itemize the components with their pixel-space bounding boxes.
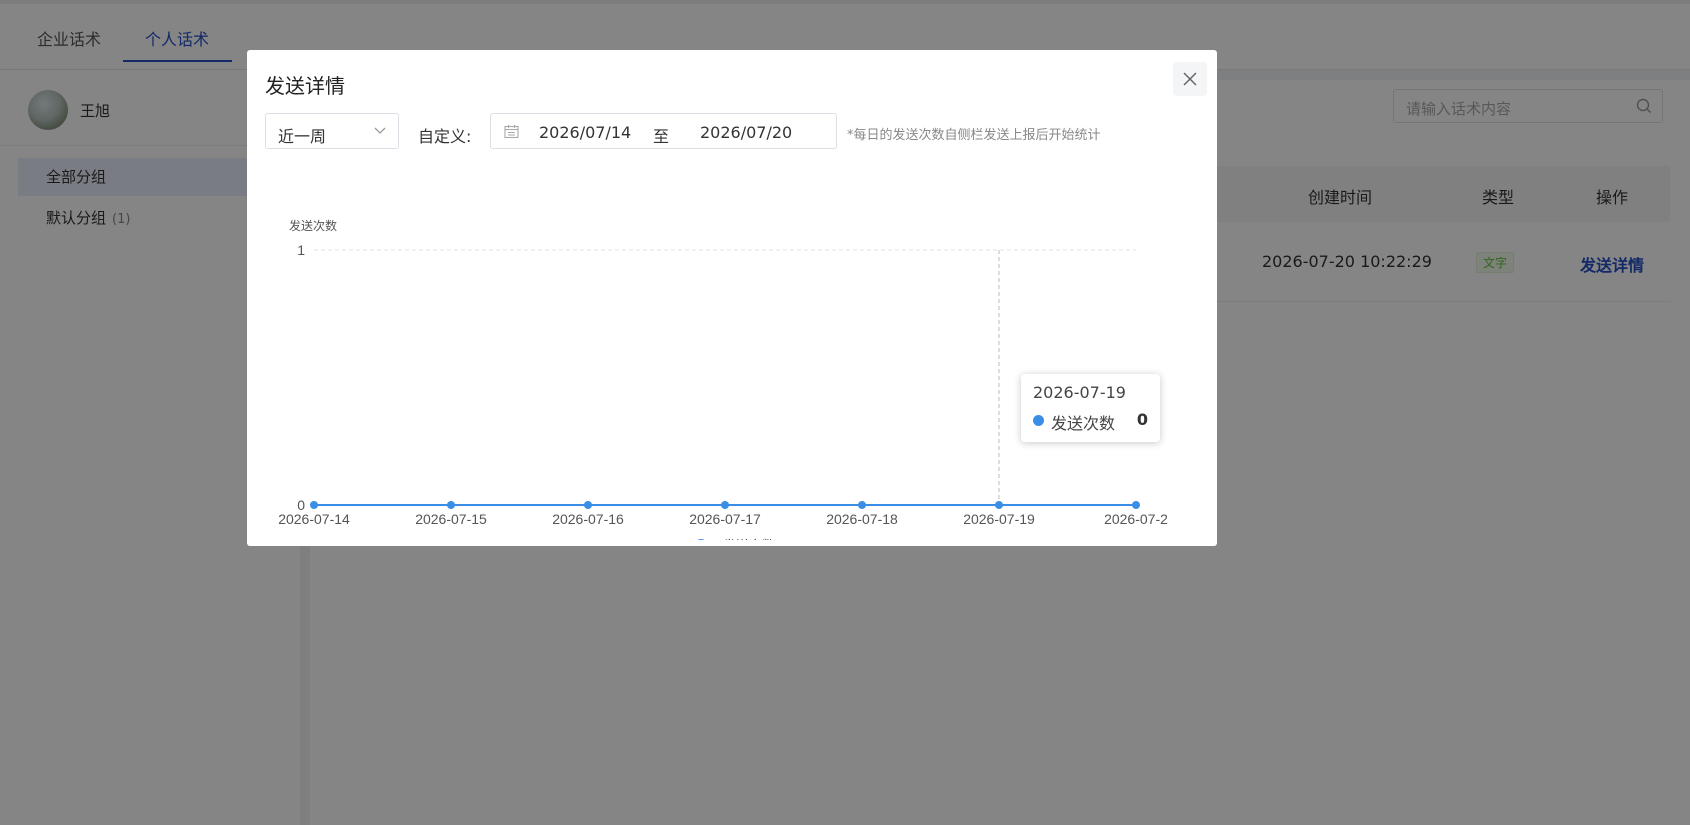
x-tick-label: 2026-07-14 (278, 511, 350, 527)
custom-range-label: 自定义: (418, 127, 472, 146)
data-point[interactable] (858, 501, 866, 509)
close-icon (1183, 72, 1197, 86)
legend-marker (697, 539, 705, 540)
x-tick-label: 2026-07-16 (552, 511, 624, 527)
data-point[interactable] (995, 501, 1003, 509)
tooltip-value: 0 (1136, 410, 1148, 429)
x-tick-label: 2026-07-15 (415, 511, 487, 527)
send-count-chart: 发送次数 0 1 2026-07-14 2026-07-15 2026-07-16 2026… (278, 218, 1168, 540)
start-date-input[interactable]: 2026/07/14 (539, 123, 631, 142)
data-point[interactable] (721, 501, 729, 509)
range-select[interactable]: 近一周 (265, 113, 399, 149)
tooltip-series-dot (1033, 415, 1044, 426)
date-range-picker[interactable]: 2026/07/14 至 2026/07/20 (490, 113, 837, 149)
y-axis-label: 发送次数 (289, 218, 337, 233)
send-details-dialog: 发送详情 近一周 自定义: 2026/07/14 至 2026/07/20 *每… (247, 50, 1217, 546)
data-point[interactable] (1132, 501, 1140, 509)
chevron-down-icon (374, 127, 386, 134)
x-tick-label: 2026-07-17 (689, 511, 761, 527)
tooltip-series-name: 发送次数 (1051, 414, 1116, 433)
data-point[interactable] (584, 501, 592, 509)
y-tick-label: 1 (297, 242, 305, 258)
stats-hint: *每日的发送次数自侧栏发送上报后开始统计 (847, 128, 1101, 143)
x-tick-label: 2026-07-2 (1104, 511, 1168, 527)
range-select-value: 近一周 (278, 127, 327, 146)
calendar-icon (504, 125, 519, 139)
data-point[interactable] (447, 501, 455, 509)
chart-tooltip: 2026-07-19 发送次数 0 (1021, 374, 1160, 442)
data-point[interactable] (310, 501, 318, 509)
x-tick-label: 2026-07-18 (826, 511, 898, 527)
legend-label[interactable]: 发送次数 (723, 538, 775, 540)
dialog-title: 发送详情 (265, 74, 345, 98)
close-button[interactable] (1173, 62, 1207, 96)
x-tick-label: 2026-07-19 (963, 511, 1035, 527)
end-date-input[interactable]: 2026/07/20 (700, 123, 792, 142)
date-separator: 至 (653, 127, 670, 146)
tooltip-date: 2026-07-19 (1033, 383, 1126, 402)
